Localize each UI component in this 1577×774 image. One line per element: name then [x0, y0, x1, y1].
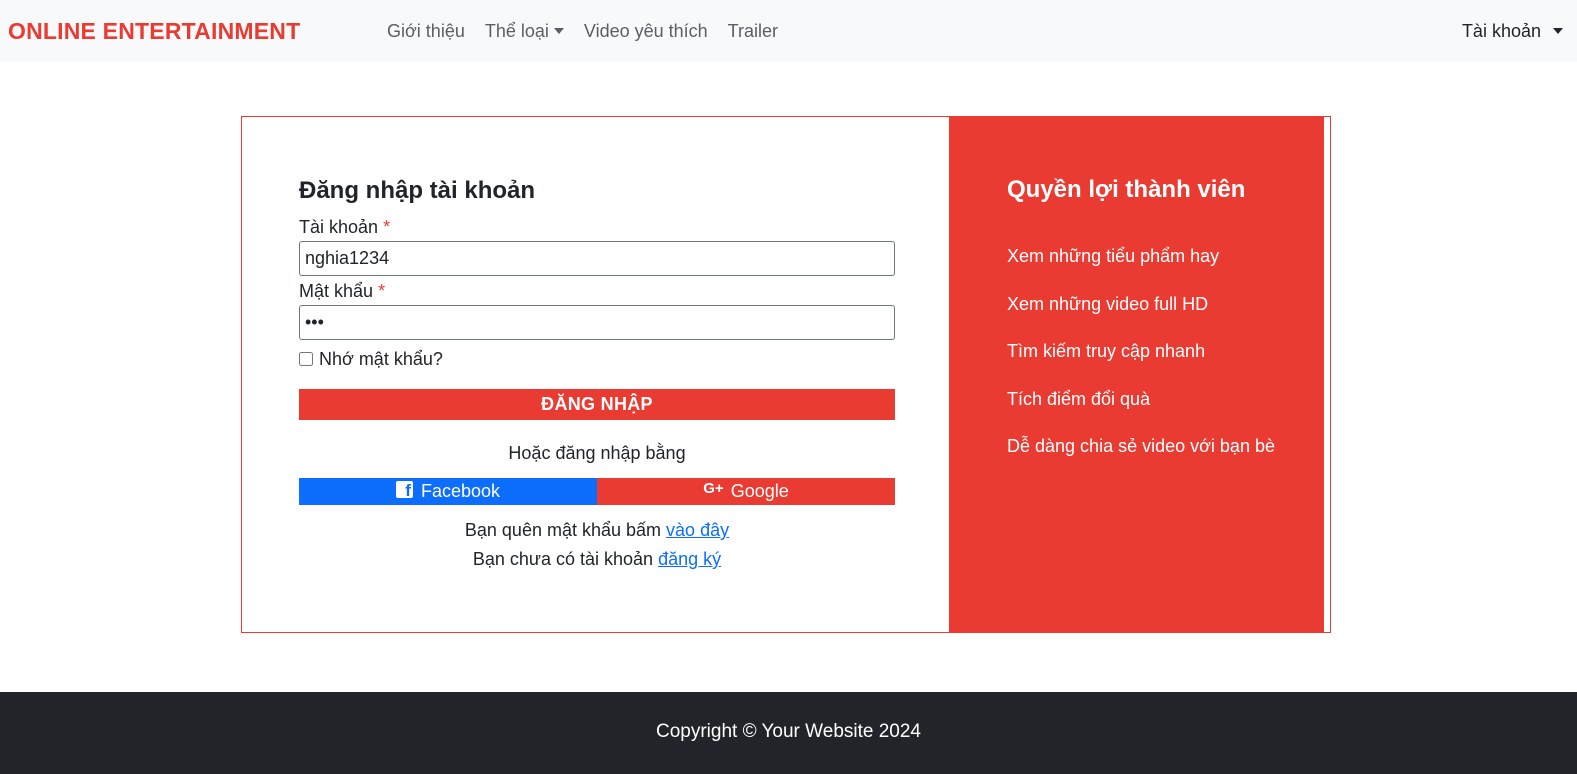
- benefit-item: Tìm kiếm truy cập nhanh: [1007, 341, 1206, 361]
- register-text: Bạn chưa có tài khoản: [472, 549, 654, 569]
- remember-label: Nhớ mật khẩu?: [319, 349, 443, 369]
- benefit-item: Dễ dàng chia sẻ video với bạn bè: [1007, 436, 1275, 456]
- register-line: Bạn chưa có tài khoản đăng ký: [299, 547, 895, 571]
- username-label: Tài khoản *: [299, 215, 390, 239]
- username-input[interactable]: [299, 241, 895, 276]
- login-card: Đăng nhập tài khoản Tài khoản * Mật khẩu…: [241, 116, 1331, 633]
- forgot-password-line: Bạn quên mật khẩu bấm vào đây: [299, 518, 895, 542]
- google-login-button[interactable]: G+ Google: [597, 478, 895, 505]
- nav-links: Giới thiệu Thể loại Video yêu thích Trai…: [387, 18, 798, 44]
- google-label: Google: [730, 481, 789, 501]
- required-mark: *: [383, 217, 391, 237]
- nav-item-the-loai-dropdown[interactable]: Thể loại: [485, 18, 564, 44]
- forgot-password-link[interactable]: vào đây: [666, 520, 729, 540]
- facebook-login-button[interactable]: Facebook: [299, 478, 597, 505]
- or-login-text: Hoặc đăng nhập bằng: [508, 443, 686, 463]
- benefit-item: Xem những tiểu phẩm hay: [1007, 246, 1220, 266]
- remember-checkbox[interactable]: [299, 352, 313, 366]
- nav-item-video-yeu-thich[interactable]: Video yêu thích: [584, 18, 708, 44]
- benefit-item: Tích điểm đổi quà: [1007, 388, 1151, 409]
- login-button[interactable]: ĐĂNG NHẬP: [299, 389, 895, 420]
- copyright-text: Copyright © Your Website 2024: [655, 721, 922, 742]
- username-label-text: Tài khoản: [299, 217, 379, 237]
- caret-down-icon: [1553, 28, 1563, 34]
- brand-logo[interactable]: ONLINE ENTERTAINMENT: [8, 17, 300, 45]
- remember-me[interactable]: Nhớ mật khẩu?: [299, 347, 443, 371]
- social-login: Facebook G+ Google: [299, 478, 895, 505]
- navbar: ONLINE ENTERTAINMENT Giới thiệu Thể loại…: [0, 0, 1577, 62]
- password-label-text: Mật khẩu: [299, 281, 374, 301]
- footer: Copyright © Your Website 2024: [0, 692, 1577, 774]
- password-input[interactable]: [299, 305, 895, 340]
- nav-item-the-loai-label: Thể loại: [484, 21, 549, 41]
- account-dropdown[interactable]: Tài khoản: [1462, 18, 1563, 44]
- facebook-label: Facebook: [420, 481, 501, 501]
- forgot-text: Bạn quên mật khẩu bấm: [464, 520, 662, 540]
- nav-item-gioi-thieu[interactable]: Giới thiệu: [387, 18, 465, 44]
- login-title: Đăng nhập tài khoản: [299, 177, 536, 204]
- required-mark: *: [378, 281, 386, 301]
- account-label: Tài khoản: [1461, 21, 1541, 41]
- facebook-icon: [395, 481, 413, 501]
- caret-down-icon: [553, 28, 564, 34]
- benefits-list: Xem những tiểu phẩm hay Xem những video …: [1007, 242, 1277, 480]
- nav-item-trailer[interactable]: Trailer: [728, 18, 778, 44]
- password-label: Mật khẩu *: [299, 279, 385, 303]
- benefits-title: Quyền lợi thành viên: [1007, 176, 1246, 203]
- google-plus-icon: G+: [703, 480, 724, 497]
- benefit-item: Xem những video full HD: [1007, 293, 1209, 314]
- register-link[interactable]: đăng ký: [658, 549, 721, 569]
- member-benefits-panel: Quyền lợi thành viên Xem những tiểu phẩm…: [949, 116, 1324, 633]
